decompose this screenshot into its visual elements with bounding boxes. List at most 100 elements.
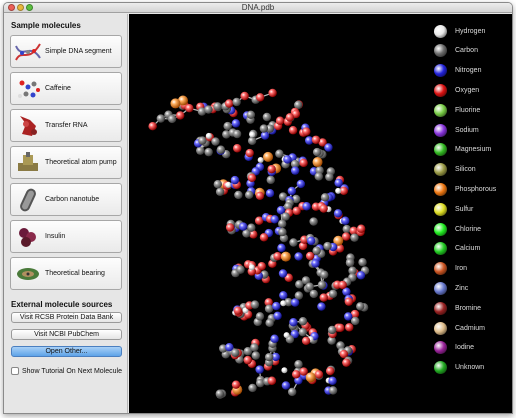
atom: [263, 151, 274, 162]
legend-item-iodine: Iodine: [434, 341, 474, 355]
legend-label: Carbon: [455, 47, 478, 55]
legend-swatch-icon: [434, 83, 447, 97]
atom: [275, 149, 284, 158]
atom: [343, 312, 353, 321]
atom: [344, 297, 354, 306]
visit-rcsb-button[interactable]: Visit RCSB Protein Data Bank: [11, 312, 122, 323]
legend-item-silicon: Silicon: [434, 163, 476, 177]
molecule-button-transfer-rna[interactable]: Transfer RNA: [10, 109, 122, 142]
atom: [272, 301, 281, 311]
molecule-button-dna[interactable]: Simple DNA segment: [10, 35, 122, 68]
legend-swatch-icon: [434, 182, 447, 196]
atom: [249, 131, 256, 138]
atom: [264, 304, 274, 313]
atom: [216, 145, 226, 154]
atom: [248, 383, 257, 393]
atom: [294, 360, 303, 369]
legend-swatch-icon: [434, 24, 447, 38]
molecule-button-insulin[interactable]: Insulin: [10, 220, 122, 253]
atom: [238, 222, 248, 231]
atom: [232, 97, 241, 107]
legend-label: Iron: [455, 265, 468, 273]
molecule-label: Insulin: [45, 233, 66, 240]
legend-item-magnesium: Magnesium: [434, 143, 491, 157]
legend-label: Hydrogen: [455, 27, 486, 35]
legend-swatch-icon: [434, 143, 447, 157]
visit-pubchem-button[interactable]: Visit NCBI PubChem: [11, 329, 122, 340]
legend-label: Phosphorous: [455, 185, 497, 193]
atom: [213, 102, 222, 111]
atom: [278, 227, 287, 237]
legend-swatch-icon: [434, 123, 447, 137]
atom: [328, 386, 338, 395]
atom: [277, 243, 286, 253]
tutorial-checkbox[interactable]: [11, 367, 19, 375]
legend-swatch-icon: [434, 262, 447, 276]
molecule-button-atom-pump[interactable]: Theoretical atom pump: [10, 146, 122, 179]
atom: [176, 111, 185, 120]
legend-label: Cadmium: [455, 324, 485, 332]
atom: [350, 233, 359, 242]
atom: [148, 121, 157, 131]
legend-item-nitrogen: Nitrogen: [434, 64, 481, 78]
atom: [287, 186, 297, 196]
atom: [244, 190, 254, 200]
legend-item-sulfur: Sulfur: [434, 202, 473, 216]
trna-icon: [20, 115, 37, 136]
legend-swatch-icon: [434, 242, 447, 256]
atom: [309, 289, 319, 299]
open-other-button[interactable]: Open Other...: [11, 346, 122, 357]
atom: [264, 352, 274, 362]
atom: [257, 156, 264, 163]
atom: [204, 147, 213, 157]
atom: [245, 148, 254, 158]
atom: [302, 127, 311, 136]
nanotube-icon: [20, 188, 36, 211]
bearing-icon: [17, 267, 39, 280]
atom: [248, 264, 255, 271]
dna-icon: [15, 42, 41, 61]
legend-label: Magnesium: [455, 146, 492, 154]
molecule-atoms: [148, 88, 370, 399]
atom: [265, 318, 274, 328]
molecule-button-nanotube[interactable]: Carbon nanotube: [10, 183, 122, 216]
atom: [312, 246, 321, 255]
molecule-button-caffeine[interactable]: Caffeine: [10, 72, 122, 105]
atom: [232, 129, 242, 139]
atom: [288, 126, 298, 135]
legend-swatch-icon: [434, 222, 447, 236]
atom: [250, 343, 259, 352]
atom: [341, 232, 351, 241]
legend-item-cadmium: Cadmium: [434, 321, 485, 335]
legend-item-hydrogen: Hydrogen: [434, 24, 485, 38]
atom: [285, 113, 295, 122]
molecule-button-bearing[interactable]: Theoretical bearing: [10, 257, 122, 290]
atom: [270, 334, 279, 343]
legend-swatch-icon: [434, 202, 447, 216]
insulin-icon: [19, 227, 36, 247]
atom: [267, 376, 277, 385]
atom: [289, 238, 298, 247]
legend-item-unknown: Unknown: [434, 361, 484, 375]
caffeine-icon: [18, 80, 40, 98]
atom: [314, 370, 324, 379]
legend-swatch-icon: [434, 341, 447, 355]
molecule-label: Carbon nanotube: [45, 196, 100, 203]
legend-label: Sodium: [455, 126, 479, 134]
atom: [240, 91, 249, 101]
tutorial-checkbox-row[interactable]: Show Tutorial On Next Molecule: [11, 367, 122, 375]
molecule-viewer[interactable]: Hydrogen Carbon Nitrogen Oxygen Fluorine Sodi…: [129, 14, 512, 413]
atom: [291, 370, 301, 379]
molecule-label: Simple DNA segment: [45, 48, 112, 55]
atom: [345, 323, 354, 332]
title-bar: DNA.pdb: [4, 3, 512, 13]
legend-item-zinc: Zinc: [434, 281, 468, 295]
atom: [246, 110, 256, 120]
atom: [281, 381, 291, 390]
legend-swatch-icon: [434, 301, 447, 315]
atom: [231, 380, 241, 389]
atom: [225, 223, 235, 232]
atom: [267, 164, 276, 174]
atom: [319, 204, 328, 213]
atom: [312, 147, 322, 157]
